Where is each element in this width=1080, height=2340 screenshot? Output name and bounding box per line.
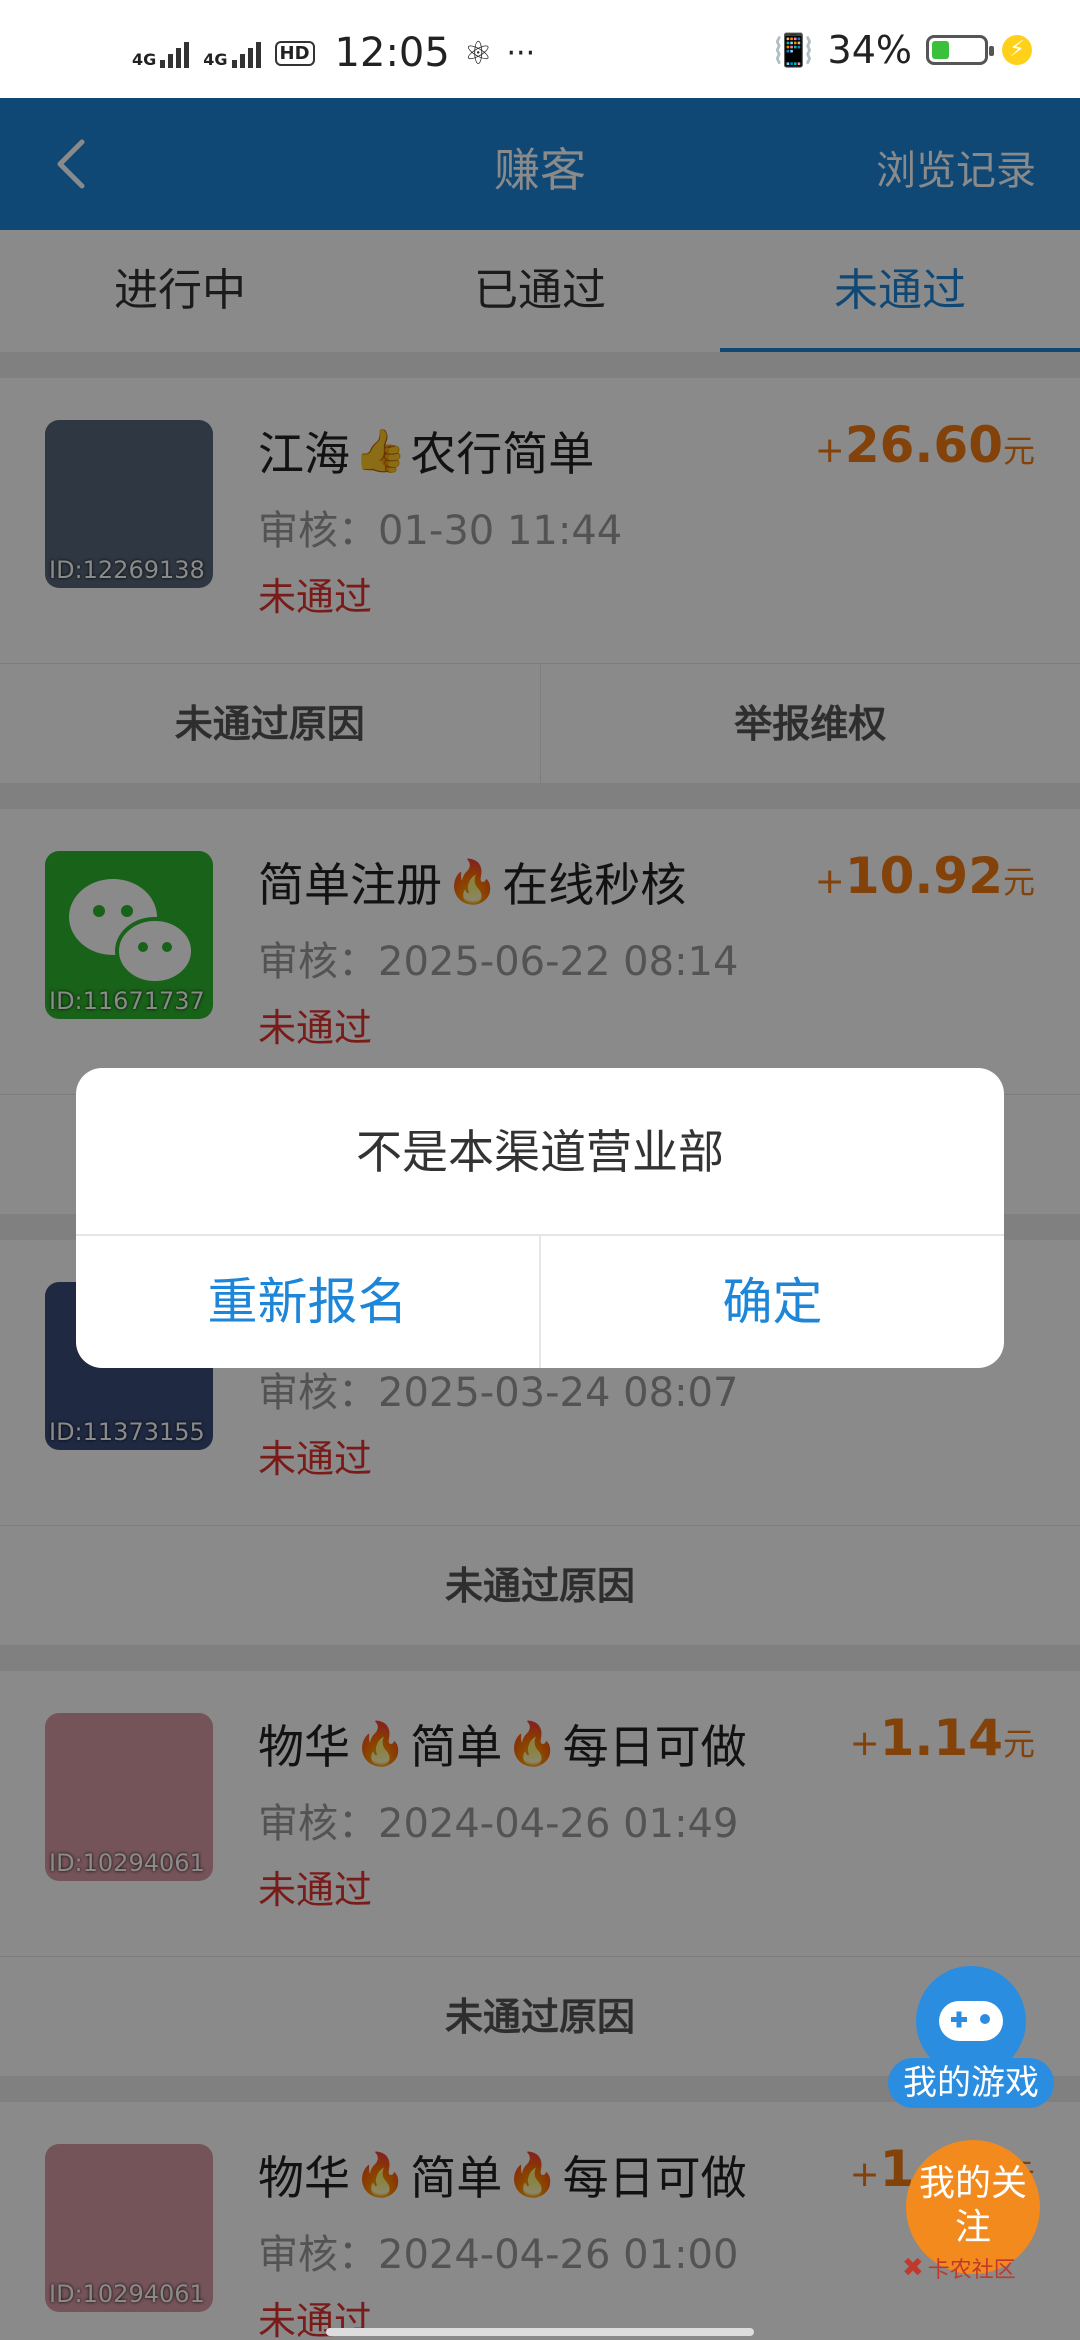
network-type-2: 4G: [203, 50, 228, 69]
logo-icon: ✖: [902, 2253, 924, 2283]
battery-icon: [926, 35, 994, 65]
vibrate-icon: 📳: [773, 31, 814, 69]
re-register-button[interactable]: 重新报名: [76, 1236, 539, 1368]
my-games-button[interactable]: 我的游戏: [888, 1966, 1054, 2108]
watermark-text: 卡农社区: [927, 2258, 1016, 2283]
home-indicator[interactable]: [326, 2328, 754, 2336]
charging-icon: ⚡: [1002, 35, 1032, 65]
dialog-buttons: 重新报名 确定: [76, 1236, 1004, 1368]
confirm-button[interactable]: 确定: [539, 1236, 1004, 1368]
status-time: 12:05: [334, 30, 450, 76]
signal-icon: [160, 38, 190, 68]
alert-dialog: 不是本渠道营业部 重新报名 确定: [76, 1068, 1004, 1368]
network-type-1: 4G: [132, 50, 157, 69]
signal-icon: [231, 38, 261, 68]
status-right: 📳 34% ⚡: [774, 28, 1032, 72]
hd-icon: HD: [274, 40, 315, 66]
dialog-message: 不是本渠道营业部: [76, 1068, 1004, 1236]
notification-icon: ⚛: [463, 34, 493, 72]
more-notifications: ···: [506, 35, 536, 71]
status-bar: 4G 4G HD 12:05 ⚛ ··· 📳 34% ⚡: [0, 0, 1080, 98]
my-games-label: 我的游戏: [888, 2058, 1054, 2108]
signal-2: 4G: [203, 38, 261, 69]
battery-percent: 34%: [827, 28, 912, 72]
app-root: 4G 4G HD 12:05 ⚛ ··· 📳 34% ⚡ 赚客 浏览记录 进行中…: [0, 0, 1080, 2340]
watermark: ✖ 卡农社区: [902, 2252, 1016, 2284]
status-left: 4G 4G HD 12:05 ⚛ ···: [132, 30, 535, 76]
signal-1: 4G: [132, 38, 190, 69]
